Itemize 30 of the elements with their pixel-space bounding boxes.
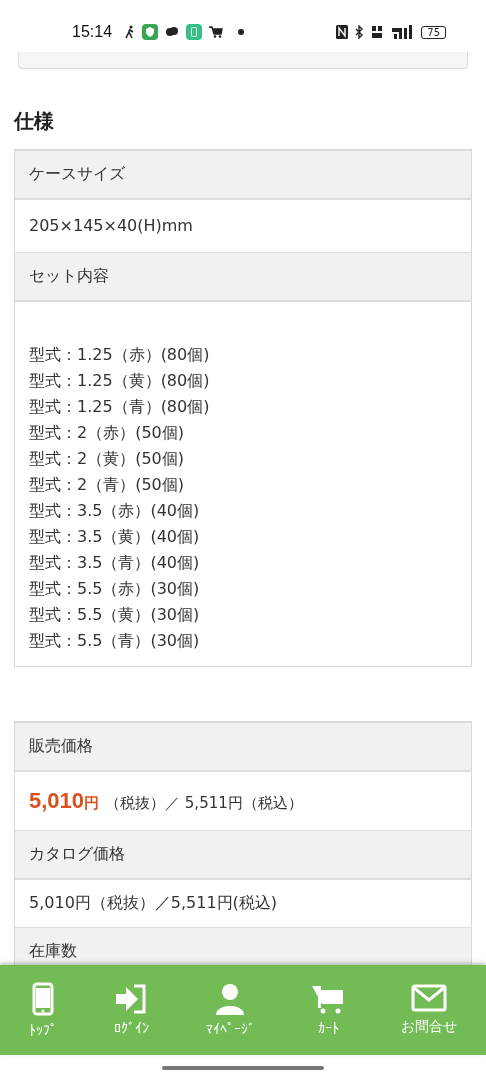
tax-note: （税抜）／ 5,511円（税込） (105, 794, 303, 813)
nav-item[interactable]: お問合せ (401, 984, 458, 1036)
cart-icon (312, 984, 345, 1014)
mail-icon (411, 984, 448, 1012)
notification-dot-icon (238, 29, 245, 35)
person-icon (215, 983, 246, 1015)
battery-app-icon (186, 24, 203, 40)
signal-icon (390, 25, 415, 39)
table-header-cell: ケースサイズ (15, 150, 471, 200)
bluetooth-icon (355, 25, 365, 39)
nav-item[interactable]: ｶｰﾄ (312, 984, 345, 1036)
login-icon (114, 984, 149, 1014)
nav-item[interactable]: ﾄｯﾌﾟ (28, 982, 57, 1038)
phone-icon (31, 982, 54, 1016)
status-time: 15:14 (72, 23, 113, 41)
section-heading: 仕様 (14, 108, 55, 135)
walking-icon (125, 25, 136, 39)
nav-item[interactable]: ﾛｸﾞｲﾝ (113, 984, 149, 1036)
shield-app-icon (142, 24, 159, 40)
cut-off-button[interactable] (18, 52, 468, 69)
table-header-cell: 販売価格 (15, 722, 471, 772)
nav-item[interactable]: ﾏｲﾍﾟｰｼﾞ (205, 983, 255, 1037)
battery-level: 75 (421, 25, 446, 39)
table-header-cell: カタログ価格 (15, 830, 471, 880)
nfc-icon (336, 25, 349, 39)
cloud-app-icon (165, 26, 180, 38)
cart-icon (209, 26, 224, 38)
table-header-cell: セット内容 (15, 252, 471, 302)
sale-price: 5,010円 (29, 788, 100, 814)
home-indicator[interactable] (162, 1066, 324, 1070)
